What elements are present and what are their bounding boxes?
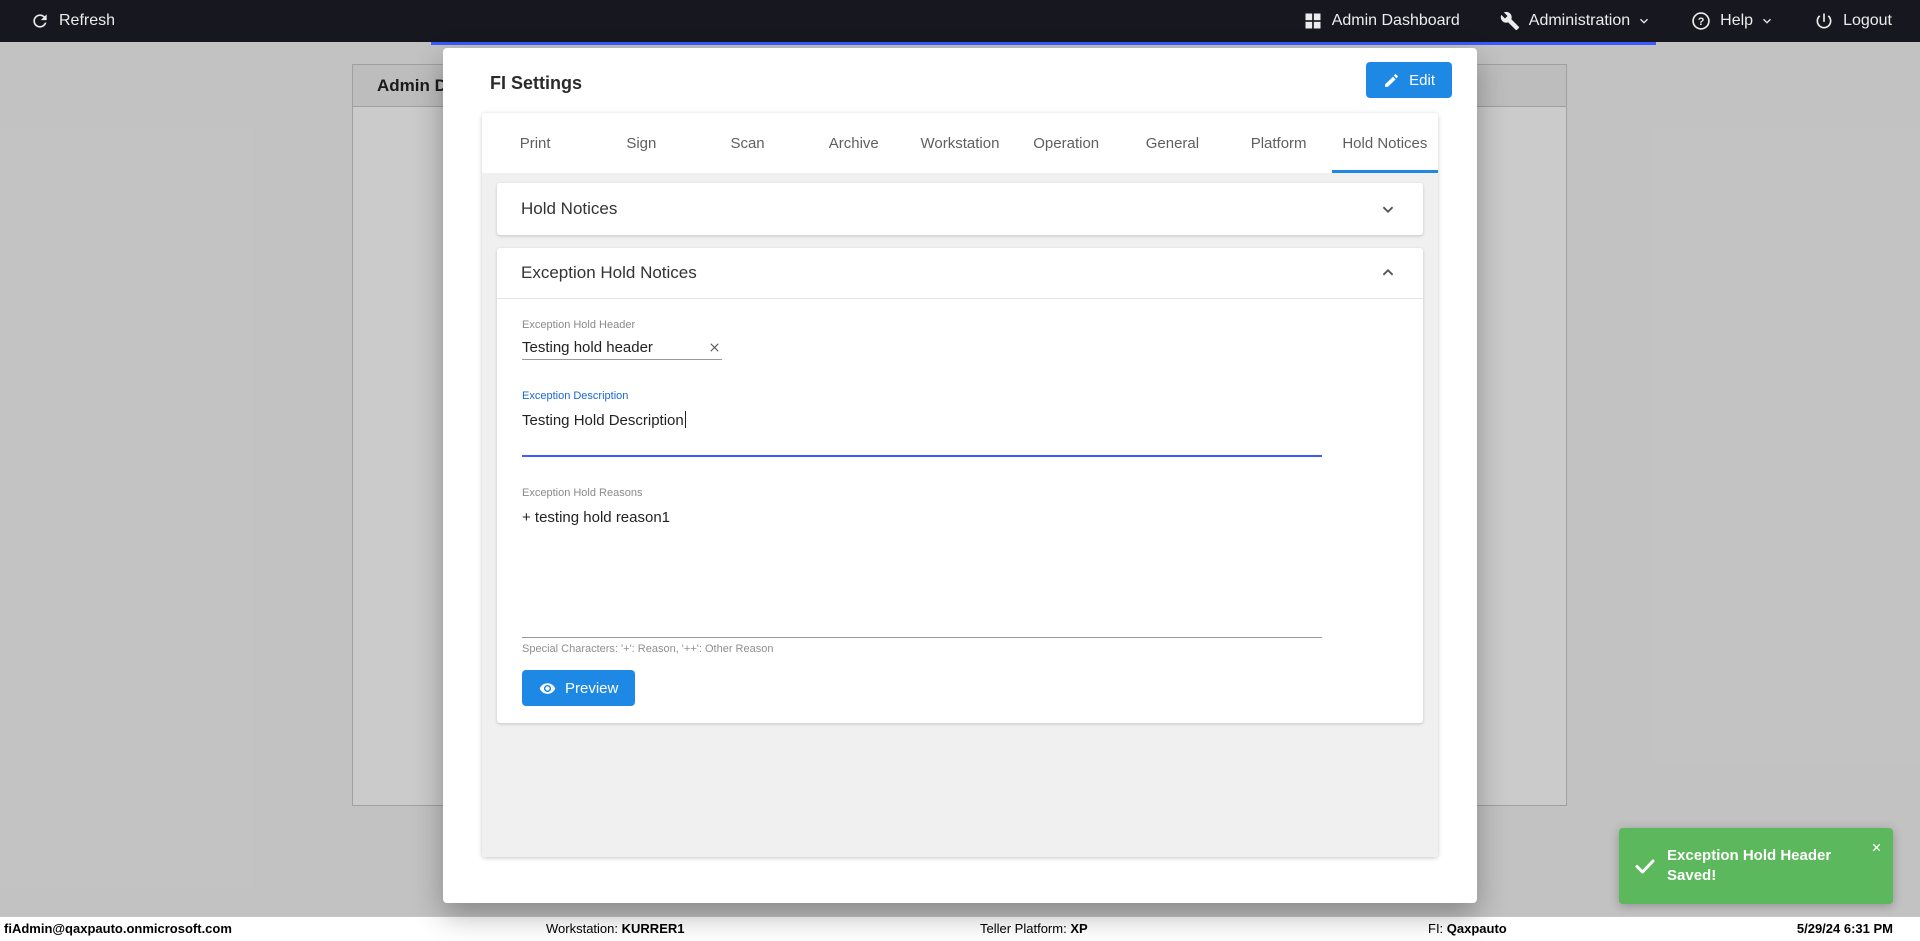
toast-close-icon[interactable] <box>1870 841 1883 854</box>
power-icon <box>1816 13 1832 29</box>
dashboard-grid-icon <box>1305 13 1321 29</box>
refresh-icon <box>33 14 47 28</box>
statusbar-fi: FI: Qaxpauto <box>1428 921 1507 936</box>
chevron-up-icon[interactable] <box>1377 262 1399 284</box>
exception-hold-reasons-input[interactable]: + testing hold reason1 <box>522 505 1322 638</box>
text-caret <box>684 411 687 428</box>
exception-hold-header-field <box>522 336 722 360</box>
exception-description-input[interactable]: Testing Hold Description <box>522 408 1322 457</box>
statusbar-workstation: Workstation: KURRER1 <box>546 921 685 936</box>
clear-icon[interactable] <box>707 340 722 355</box>
preview-button-label: Preview <box>565 679 619 697</box>
tab-operation[interactable]: Operation <box>1013 113 1119 173</box>
tab-sign[interactable]: Sign <box>588 113 694 173</box>
exception-hold-header-input[interactable] <box>522 339 707 356</box>
tab-platform[interactable]: Platform <box>1226 113 1332 173</box>
help-icon: ? <box>1692 12 1710 30</box>
exception-hold-header-label: Exception Hold Header <box>522 319 636 331</box>
admin-dashboard-button[interactable]: Admin Dashboard <box>1303 11 1460 31</box>
logout-button[interactable]: Logout <box>1814 11 1892 31</box>
administration-label: Administration <box>1528 12 1631 29</box>
modal-title: FI Settings <box>490 73 583 93</box>
tab-hold-notices[interactable]: Hold Notices <box>1331 113 1438 173</box>
exception-panel-title: Exception Hold Notices <box>521 263 697 282</box>
wrench-icon <box>1500 11 1519 31</box>
refresh-button[interactable]: Refresh <box>30 11 115 31</box>
svg-text:?: ? <box>1698 16 1705 28</box>
settings-card: Print Sign Scan Archive Workstation Oper… <box>482 113 1438 857</box>
statusbar-user: fiAdmin@qaxpauto.onmicrosoft.com <box>4 921 232 936</box>
tab-print[interactable]: Print <box>482 113 588 173</box>
tab-scan[interactable]: Scan <box>694 113 800 173</box>
preview-button[interactable]: Preview <box>522 670 636 706</box>
hold-notices-panel[interactable]: Hold Notices <box>497 183 1423 235</box>
chevron-down-icon <box>1640 18 1649 24</box>
edit-button-label: Edit <box>1409 71 1435 89</box>
eye-icon <box>539 682 556 694</box>
chevron-down-icon <box>1763 18 1772 24</box>
exception-hold-notices-panel: Exception Hold Notices Exception Hold He… <box>497 248 1423 723</box>
exception-description-value: Testing Hold Description <box>522 412 684 429</box>
exception-description-label: Exception Description <box>522 390 629 402</box>
pencil-icon <box>1385 73 1399 87</box>
topbar: Refresh Admin Dashboard Administration ?… <box>0 0 1920 42</box>
help-label: Help <box>1720 12 1754 29</box>
tab-archive[interactable]: Archive <box>801 113 907 173</box>
fi-settings-modal: FI Settings Edit Print Sign Scan Archive… <box>443 48 1477 903</box>
edit-button[interactable]: Edit <box>1366 62 1452 98</box>
statusbar: fiAdmin@qaxpauto.onmicrosoft.com Worksta… <box>0 916 1920 941</box>
success-toast: Exception Hold Header Saved! <box>1619 828 1893 904</box>
help-menu[interactable]: ? Help <box>1691 11 1774 31</box>
check-icon <box>1635 859 1655 874</box>
logout-label: Logout <box>1843 12 1892 29</box>
tab-workstation[interactable]: Workstation <box>907 113 1013 173</box>
tab-content: Hold Notices Exception Hold Notices Exce… <box>482 173 1438 857</box>
toast-message: Exception Hold Header Saved! <box>1667 847 1832 884</box>
exception-hold-reasons-label: Exception Hold Reasons <box>522 487 643 499</box>
topbar-active-indicator <box>431 42 1656 45</box>
exception-panel-header[interactable]: Exception Hold Notices <box>497 248 1423 299</box>
tab-general[interactable]: General <box>1119 113 1225 173</box>
chevron-down-icon[interactable] <box>1377 198 1399 220</box>
statusbar-teller-platform: Teller Platform: XP <box>980 921 1088 936</box>
administration-menu[interactable]: Administration <box>1500 11 1651 31</box>
special-characters-hint: Special Characters: '+': Reason, '++': O… <box>522 643 774 655</box>
statusbar-datetime: 5/29/24 6:31 PM <box>1796 921 1893 936</box>
admin-dashboard-label: Admin Dashboard <box>1331 12 1460 29</box>
refresh-label: Refresh <box>59 12 116 29</box>
settings-tabs: Print Sign Scan Archive Workstation Oper… <box>482 113 1438 173</box>
hold-notices-panel-title: Hold Notices <box>521 199 618 218</box>
